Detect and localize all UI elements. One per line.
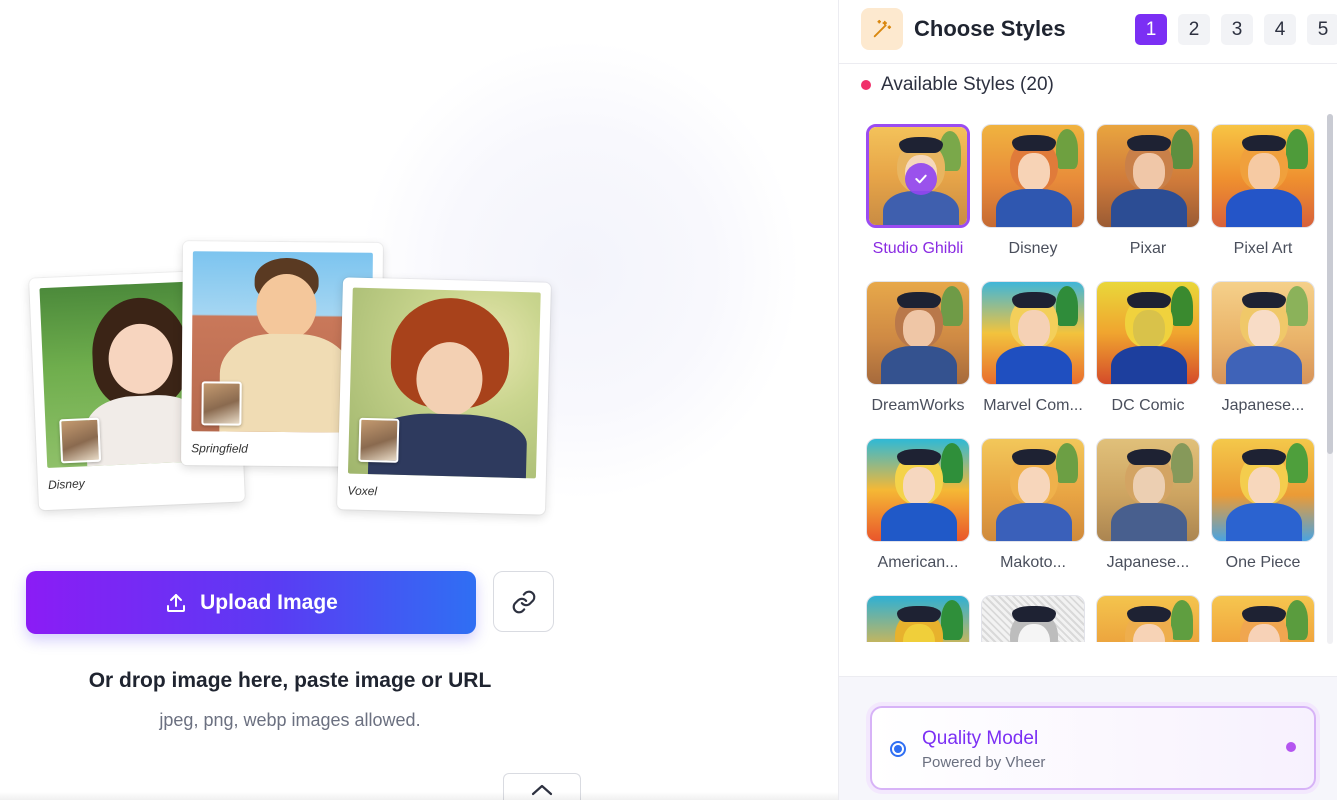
style-thumbnail [1096,595,1200,642]
style-thumbnail [981,595,1085,642]
app-root: Disney Springfield Voxel Upload Image Or… [0,0,1337,800]
style-tile-16[interactable] [1210,595,1316,642]
preview-card-voxel: Voxel [336,277,552,515]
available-styles-label: Available Styles (20) [881,74,1054,95]
style-tile-dreamworks[interactable]: DreamWorks [865,281,971,415]
style-label: Studio Ghibli [872,240,964,257]
style-tile-dc-comic[interactable]: DC Comic [1095,281,1201,415]
style-thumbnail [1096,124,1200,228]
preview-art-voxel [347,287,541,479]
step-3-button[interactable]: 3 [1221,14,1253,45]
style-label: Makoto... [1000,554,1066,571]
style-tile-american-cartoon[interactable]: American... [865,438,971,572]
style-thumbnail [981,438,1085,542]
style-thumbnail [1096,438,1200,542]
bottom-edge [0,792,838,800]
style-tile-15[interactable] [1095,595,1201,642]
style-tile-japanese-classic[interactable]: Japanese... [1095,438,1201,572]
style-label: DreamWorks [871,397,965,414]
style-label: One Piece [1225,554,1301,571]
style-label: Japanese... [1221,397,1305,414]
style-label: Pixar [1129,240,1167,257]
style-thumbnail [981,124,1085,228]
model-subtitle: Powered by Vheer [922,754,1046,771]
style-thumbnail [1096,281,1200,385]
upload-image-label: Upload Image [200,590,338,614]
panel-title: Choose Styles [914,16,1066,41]
step-selector: 1 2 3 4 5 [1135,14,1337,45]
paste-url-button[interactable] [493,571,554,632]
style-thumbnail [981,281,1085,385]
step-5-button[interactable]: 5 [1307,14,1337,45]
card-caption: Voxel [347,483,378,499]
style-panel: Choose Styles 1 2 3 4 5 Available Styles… [838,0,1337,800]
style-label: Japanese... [1106,554,1190,571]
style-tile-14[interactable] [980,595,1086,642]
style-label: Disney [1008,240,1058,257]
step-1-button[interactable]: 1 [1135,14,1167,45]
magic-wand-icon [861,8,903,50]
style-tile-japanese-anime[interactable]: Japanese... [1210,281,1316,415]
allowed-formats: jpeg, png, webp images allowed. [159,710,421,730]
upload-image-button[interactable]: Upload Image [26,571,476,634]
step-4-button[interactable]: 4 [1264,14,1296,45]
style-tile-pixar[interactable]: Pixar [1095,124,1201,258]
style-thumbnail [866,124,970,228]
style-grid-scrollbar-thumb[interactable] [1327,114,1333,454]
style-thumbnail [866,438,970,542]
step-2-button[interactable]: 2 [1178,14,1210,45]
style-label: American... [877,554,959,571]
status-dot [861,80,871,90]
style-thumbnail [866,281,970,385]
style-thumbnail [1211,438,1315,542]
style-tile-pixel-art[interactable]: Pixel Art [1210,124,1316,258]
style-label: Marvel Com... [983,397,1083,414]
style-thumbnail [866,595,970,642]
style-tile-makoto-shinkai[interactable]: Makoto... [980,438,1086,572]
link-icon [512,590,535,613]
model-radio[interactable] [890,741,906,757]
style-panel-header: Choose Styles 1 2 3 4 5 [839,0,1337,64]
style-label: Pixel Art [1233,240,1293,257]
model-status-dot [1286,742,1296,752]
style-thumbnail [1211,281,1315,385]
style-thumbnail [1211,124,1315,228]
style-thumbnail [1211,595,1315,642]
available-styles-heading: Available Styles (20) [861,74,1054,96]
selected-check-icon [905,163,937,195]
style-label: DC Comic [1111,397,1185,414]
style-tile-13[interactable] [865,595,971,642]
upload-pane: Disney Springfield Voxel Upload Image Or… [0,0,838,800]
upload-icon [167,593,186,612]
model-title: Quality Model [922,728,1039,749]
style-tile-disney[interactable]: Disney [980,124,1086,258]
preview-cards: Disney Springfield Voxel [26,236,556,526]
style-tile-studio-ghibli[interactable]: Studio Ghibli [865,124,971,258]
style-tile-marvel-comic[interactable]: Marvel Com... [980,281,1086,415]
style-tile-one-piece[interactable]: One Piece [1210,438,1316,572]
drop-instructions: Or drop image here, paste image or URL [88,669,492,692]
style-grid: Studio Ghibli Disney Pixar Pixel Art Dre… [865,124,1321,642]
quality-model-option[interactable]: Quality Model Powered by Vheer [870,706,1316,790]
